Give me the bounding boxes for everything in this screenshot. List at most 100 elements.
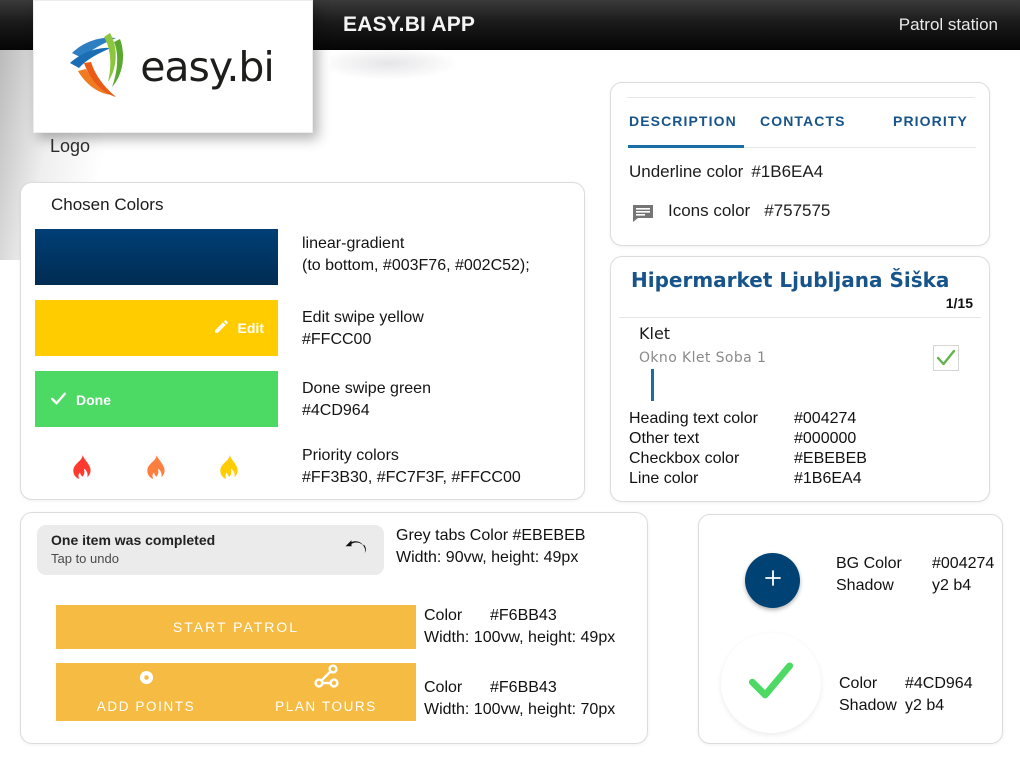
dual-note-key: Color	[424, 679, 463, 696]
start-patrol-note: Color #F6BB43 Width: 100vw, height: 49px	[424, 605, 615, 649]
edit-swipe-label: Edit	[237, 320, 264, 336]
logo-caption: Logo	[50, 136, 91, 156]
check-icon	[743, 653, 799, 714]
snackbar-subtitle: Tap to undo	[51, 551, 119, 566]
snackbar-note-line2: Width: 90vw, height: 49px	[396, 549, 579, 566]
fab-shadow-key: Shadow	[836, 577, 894, 594]
hipermarket-section-label: Klet	[639, 324, 671, 343]
active-tab-underline	[628, 145, 744, 148]
spec-key: Checkbox color	[629, 450, 740, 467]
tab-bar: DESCRIPTION CONTACTS PRIORITY	[628, 113, 976, 145]
dual-button-note: Color #F6BB43 Width: 100vw, height: 70px	[424, 677, 615, 721]
fab-card: BG Color #004274 Shadow y2 b4 Color #4CD…	[698, 514, 1003, 744]
screen-root: EASY.BI APP Patrol station easy.bi Logo …	[0, 0, 1020, 760]
plan-tours-button[interactable]: PLAN TOURS	[236, 663, 416, 721]
spec-value: #000000	[794, 430, 857, 447]
fab-shadow-value: y2 b4	[932, 577, 972, 594]
swatch-done-swipe[interactable]: Done	[35, 371, 278, 427]
plan-tours-label: PLAN TOURS	[275, 699, 377, 714]
check-note-value: #4CD964	[905, 675, 973, 692]
done-desc-line1: Done swipe green	[302, 380, 431, 397]
done-swipe-label: Done	[76, 392, 111, 408]
spec-row: Heading text color #004274	[629, 409, 867, 429]
pencil-icon	[213, 318, 230, 338]
check-note-key: Color	[839, 675, 878, 692]
priority-colors-description: Priority colors #FF3B30, #FC7F3F, #FFCC0…	[302, 445, 521, 489]
add-fab-button[interactable]	[745, 553, 800, 608]
spec-row: Line color #1B6EA4	[629, 469, 867, 489]
underline-color-value: #1B6EA4	[751, 162, 824, 181]
fab-note: BG Color #004274 Shadow y2 b4	[836, 553, 994, 597]
edit-swipe-label-group: Edit	[213, 318, 264, 338]
fab-note-value: #004274	[932, 555, 995, 572]
snackbar-note: Grey tabs Color #EBEBEB Width: 90vw, hei…	[396, 525, 585, 569]
tabs-card: DESCRIPTION CONTACTS PRIORITY Underline …	[610, 82, 990, 246]
gradient-desc-line2: (to bottom, #003F76, #002C52);	[302, 257, 530, 274]
chosen-colors-title: Chosen Colors	[51, 195, 164, 214]
edit-swipe-description: Edit swipe yellow #FFCC00	[302, 307, 424, 351]
tab-contacts[interactable]: CONTACTS	[760, 113, 846, 129]
start-note-key: Color	[424, 607, 463, 624]
swatch-edit-swipe[interactable]: Edit	[35, 300, 278, 356]
snackbar-title: One item was completed	[51, 532, 216, 548]
done-check-button[interactable]	[721, 633, 821, 733]
gradient-description: linear-gradient (to bottom, #003F76, #00…	[302, 233, 530, 277]
spec-value: #004274	[794, 410, 857, 427]
logo-brand-text: easy.bi	[140, 42, 275, 91]
dual-action-bar: ADD POINTS PLAN TOURS	[56, 663, 416, 721]
check-note: Color #4CD964 Shadow y2 b4	[839, 673, 973, 717]
background-smudge	[330, 50, 460, 80]
hipermarket-card: Hipermarket Ljubljana Šiška 1/15 Klet Ok…	[610, 256, 990, 502]
add-points-button[interactable]: ADD POINTS	[56, 663, 236, 721]
chat-icon	[632, 204, 654, 222]
underline-color-key: Underline color	[629, 162, 744, 181]
icons-color-row: Icons color #757575	[668, 201, 830, 221]
spec-value: #1B6EA4	[794, 470, 862, 487]
underline-color-row: Underline color #1B6EA4	[629, 162, 823, 182]
app-title: EASY.BI APP	[343, 13, 476, 36]
point-marker-icon	[139, 670, 154, 690]
priority-flame-row	[35, 455, 278, 491]
hipermarket-specs: Heading text color #004274 Other text #0…	[629, 409, 867, 489]
hipermarket-checkbox[interactable]	[933, 345, 959, 371]
start-note-value: #F6BB43	[490, 607, 557, 624]
edit-desc-line2: #FFCC00	[302, 331, 372, 348]
spec-row: Other text #000000	[629, 429, 867, 449]
icons-color-key: Icons color	[668, 201, 751, 220]
hipermarket-counter: 1/15	[945, 295, 973, 311]
chosen-colors-card: Chosen Colors Edit Done linear-gradient …	[20, 182, 585, 500]
start-patrol-button[interactable]: START PATROL	[56, 605, 416, 649]
spec-key: Other text	[629, 430, 700, 447]
snackbar-note-line1: Grey tabs Color #EBEBEB	[396, 527, 586, 544]
snackbar[interactable]: One item was completed Tap to undo	[37, 525, 384, 575]
tabs-top-divider	[627, 97, 975, 98]
done-desc-line2: #4CD964	[302, 402, 370, 419]
hipermarket-item-label: Okno Klet Soba 1	[639, 350, 767, 366]
check-icon	[49, 389, 68, 411]
flame-icon-medium	[145, 455, 165, 483]
logo-card: easy.bi	[33, 0, 313, 133]
dual-note-value: #F6BB43	[490, 679, 557, 696]
swatch-primary-gradient	[35, 229, 278, 285]
add-points-label: ADD POINTS	[96, 699, 196, 714]
icons-color-value: #757575	[764, 201, 831, 220]
gradient-desc-line1: linear-gradient	[302, 235, 405, 252]
hipermarket-accent-line	[651, 369, 654, 401]
done-swipe-description: Done swipe green #4CD964	[302, 378, 431, 422]
priority-desc-line1: Priority colors	[302, 447, 399, 464]
hipermarket-header: Hipermarket Ljubljana Šiška 1/15	[619, 265, 981, 318]
fab-note-key: BG Color	[836, 555, 902, 572]
done-swipe-label-group: Done	[49, 389, 111, 411]
tab-description[interactable]: DESCRIPTION	[629, 113, 737, 129]
tab-priority[interactable]: PRIORITY	[893, 113, 968, 129]
dual-note-size: Width: 100vw, height: 70px	[424, 701, 616, 718]
edit-desc-line1: Edit swipe yellow	[302, 309, 424, 326]
header-right-label: Patrol station	[898, 15, 998, 34]
check-shadow-key: Shadow	[839, 697, 897, 714]
spec-row: Checkbox color #EBEBEB	[629, 449, 867, 469]
spec-value: #EBEBEB	[794, 450, 867, 467]
route-nodes-icon	[311, 663, 341, 696]
undo-icon[interactable]	[342, 537, 368, 561]
hipermarket-title: Hipermarket Ljubljana Šiška	[631, 268, 950, 292]
flame-icon-high	[71, 455, 91, 483]
